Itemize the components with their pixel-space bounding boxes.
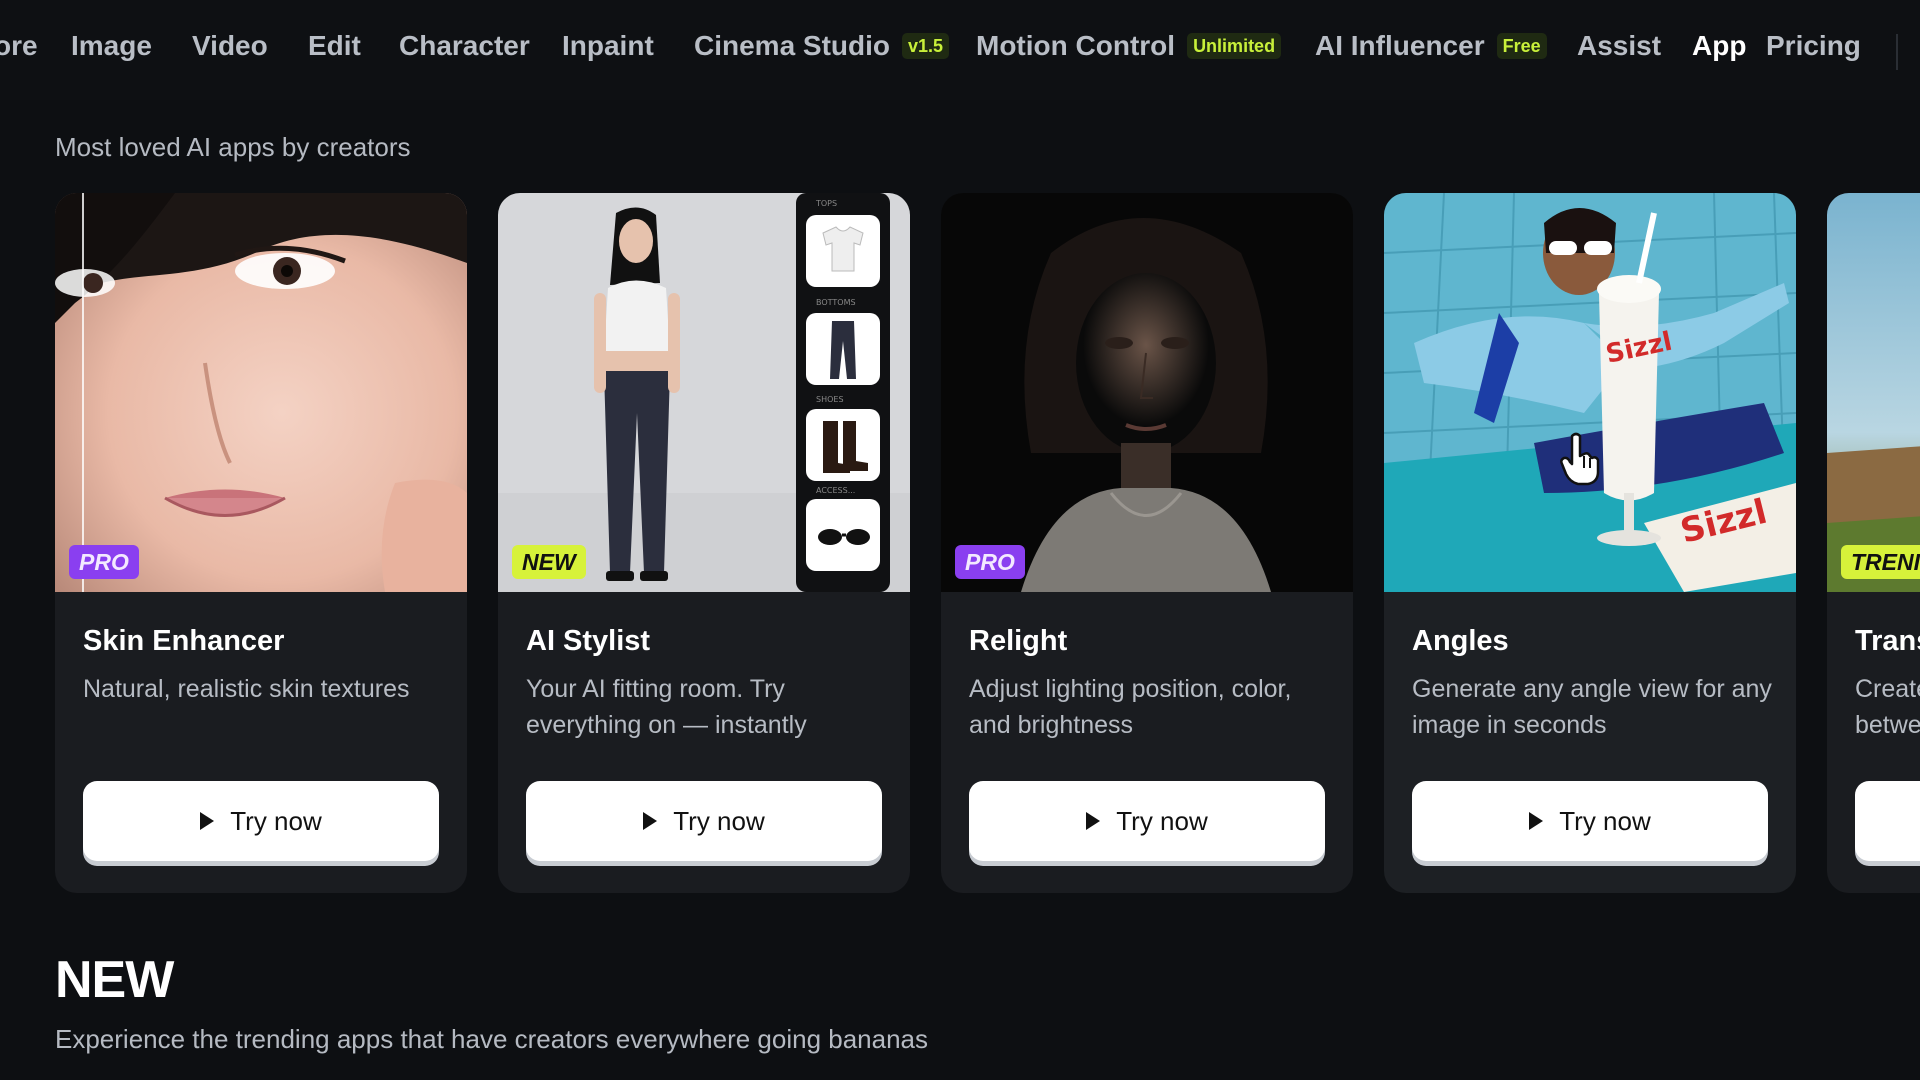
top-nav: ore Image Video Edit Character Inpaint C… — [0, 0, 1920, 100]
app-cards-row: PRO Skin Enhancer Natural, realistic ski… — [55, 193, 1920, 893]
card-description: Natural, realistic skin textures — [83, 675, 410, 703]
try-now-button[interactable]: Try now — [526, 781, 882, 861]
nav-item-edit[interactable]: Edit — [308, 30, 361, 62]
pro-tag: PRO — [955, 545, 1025, 579]
nav-item-ai-influencer[interactable]: AI Influencer Free — [1315, 30, 1547, 62]
nav-item-app[interactable]: App — [1692, 30, 1746, 62]
page: ore Image Video Edit Character Inpaint C… — [0, 0, 1920, 1080]
play-icon — [1086, 812, 1101, 830]
app-card-trans[interactable]: TRENI Trans Create betwe — [1827, 193, 1920, 893]
skin-enhancer-image: PRO — [55, 193, 467, 592]
play-icon — [1529, 812, 1544, 830]
hand-cursor-icon — [1560, 432, 1600, 486]
wardrobe-label-shoes: SHOES — [816, 395, 844, 404]
trend-tag: TRENI — [1841, 545, 1920, 579]
new-section-heading: NEW — [55, 951, 174, 1009]
app-card-skin-enhancer[interactable]: PRO Skin Enhancer Natural, realistic ski… — [55, 193, 467, 893]
ai-stylist-image: TOPS BOTTOMS SHOES ACCESS... NEW — [498, 193, 910, 592]
card-title: AI Stylist — [526, 625, 651, 657]
app-card-ai-stylist[interactable]: TOPS BOTTOMS SHOES ACCESS... NEW AI Styl… — [498, 193, 910, 893]
apps-section-subtitle: Most loved AI apps by creators — [55, 132, 411, 162]
trans-image: TRENI — [1827, 193, 1920, 592]
nav-item-inpaint[interactable]: Inpaint — [562, 30, 654, 62]
wardrobe-label-tops: TOPS — [815, 199, 837, 208]
app-card-angles[interactable]: Sizzl Sizzl Angles Generate any angle vi… — [1384, 193, 1796, 893]
card-title: Angles — [1412, 625, 1509, 657]
new-tag: NEW — [512, 545, 586, 579]
nav-item-character[interactable]: Character — [399, 30, 530, 62]
angles-image: Sizzl Sizzl — [1384, 193, 1796, 592]
card-title: Trans — [1855, 625, 1920, 657]
nav-item-video[interactable]: Video — [192, 30, 268, 62]
nav-item-image[interactable]: Image — [71, 30, 152, 62]
new-section-subtitle: Experience the trending apps that have c… — [55, 1024, 929, 1054]
play-icon — [643, 812, 658, 830]
card-description: Generate any angle view for any image in… — [1412, 675, 1772, 739]
try-now-button[interactable]: Try now — [1412, 781, 1768, 861]
card-description: Create betwe — [1855, 675, 1920, 739]
card-title: Relight — [969, 625, 1068, 657]
nav-item-pricing[interactable]: Pricing — [1766, 30, 1861, 62]
card-title: Skin Enhancer — [83, 625, 285, 657]
nav-item-cinema-studio[interactable]: Cinema Studio v1.5 — [694, 30, 950, 62]
play-icon — [200, 812, 215, 830]
version-badge: v1.5 — [902, 33, 950, 59]
card-description: Adjust lighting position, color, and bri… — [969, 675, 1292, 739]
nav-divider — [1896, 34, 1898, 70]
free-badge: Free — [1496, 33, 1547, 59]
pro-tag: PRO — [69, 545, 139, 579]
try-now-button[interactable]: Try now — [83, 781, 439, 861]
try-now-button[interactable] — [1855, 781, 1920, 861]
wardrobe-label-accessories: ACCESS... — [816, 486, 855, 495]
wardrobe-label-bottoms: BOTTOMS — [816, 298, 856, 307]
nav-item-motion-control[interactable]: Motion Control Unlimited — [976, 30, 1282, 62]
app-card-relight[interactable]: PRO Relight Adjust lighting position, co… — [941, 193, 1353, 893]
relight-image: PRO — [941, 193, 1353, 592]
try-now-button[interactable]: Try now — [969, 781, 1325, 861]
nav-item-assist[interactable]: Assist — [1577, 30, 1661, 62]
unlimited-badge: Unlimited — [1187, 33, 1282, 59]
card-description: Your AI fitting room. Try everything on … — [526, 675, 807, 739]
nav-item-explore[interactable]: ore — [0, 30, 38, 62]
